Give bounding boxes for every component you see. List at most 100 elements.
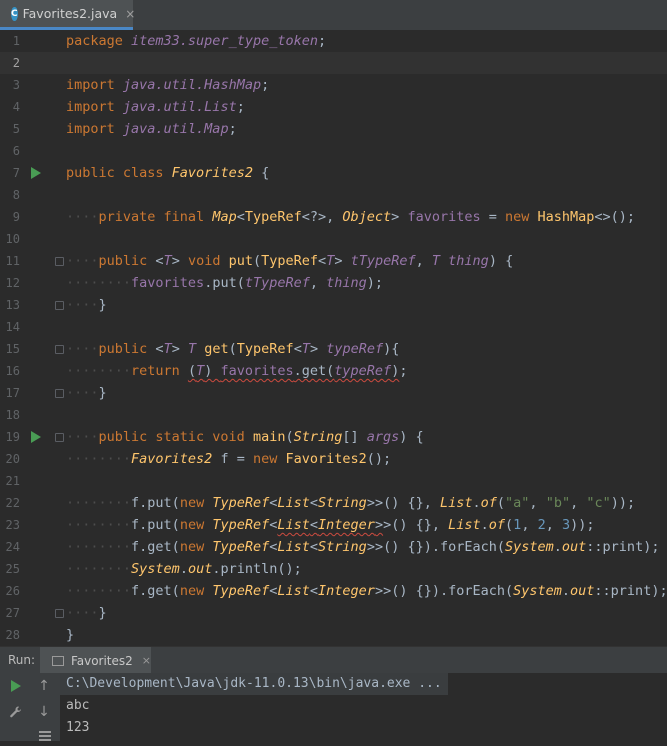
line-number: 11 [5,254,20,268]
java-class-icon: C [11,6,18,21]
run-gutter-icon[interactable] [31,431,41,443]
code-line[interactable]: 18 [0,404,667,426]
code-line[interactable]: 11 ····public <T> void put(TypeRef<T> tTy… [0,250,667,272]
code-line[interactable]: 17 ····} [0,382,667,404]
run-gutter-icon[interactable] [31,167,41,179]
line-number: 20 [5,452,20,466]
line-number: 26 [5,584,20,598]
code-text: ····public <T> void put(TypeRef<T> tType… [66,253,514,269]
code-line[interactable]: 20 ········Favorites2 f = new Favorites2(… [0,448,667,470]
code-editor[interactable]: 1 package item33.super_type_token; 2 3 impor… [0,30,667,646]
tab-label: Favorites2.java [22,6,118,21]
code-text: import java.util.HashMap; [66,77,270,93]
fold-icon[interactable] [55,609,64,618]
code-line[interactable]: 1 package item33.super_type_token; [0,30,667,52]
console-output[interactable]: C:\Development\Java\jdk-11.0.13\bin\java… [60,673,667,739]
line-number: 7 [12,166,20,180]
code-line[interactable]: 13 ····} [0,294,667,316]
scroll-up-icon[interactable]: ↑ [34,676,54,696]
menu-lines-icon[interactable] [35,726,55,746]
fold-icon[interactable] [55,433,64,442]
fold-icon[interactable] [55,257,64,266]
close-icon[interactable]: × [142,654,151,667]
code-line[interactable]: 23 ········f.put(new TypeRef<List<Integer… [0,514,667,536]
line-number: 8 [12,188,20,202]
rerun-icon[interactable] [6,676,26,696]
line-number: 18 [5,408,20,422]
fold-icon[interactable] [55,345,64,354]
line-number: 28 [5,628,20,642]
code-text: ····public static void main(String[] arg… [66,429,424,445]
run-tool-window: ↑ ↓ C:\Development\Java\jdk-11.0.13\bin\… [0,673,667,741]
line-number: 10 [5,232,20,246]
code-text: ········Favorites2 f = new Favorites2(); [66,451,392,467]
line-number: 2 [12,56,20,70]
line-number: 4 [12,100,20,114]
code-line[interactable]: 8 [0,184,667,206]
settings-wrench-icon[interactable] [6,702,26,722]
run-tool-window-header: Run: Favorites2 × [0,646,667,674]
code-line[interactable]: 10 [0,228,667,250]
code-text: ········f.get(new TypeRef<List<String>>(… [66,539,660,555]
code-text: ····} [66,605,107,621]
code-line[interactable]: 22 ········f.put(new TypeRef<List<String>… [0,492,667,514]
console-icon [52,655,64,666]
code-line[interactable]: 12 ········favorites.put(tTypeRef, thing)… [0,272,667,294]
code-line[interactable]: 7 public class Favorites2 { [0,162,667,184]
scroll-down-icon[interactable]: ↓ [34,702,54,722]
code-text: } [66,627,75,643]
code-line[interactable]: 28} [0,624,667,646]
code-line[interactable]: 4 import java.util.List; [0,96,667,118]
run-label: Run: [8,653,36,667]
line-number: 3 [12,78,20,92]
console-output-line: 123 [66,720,90,735]
code-text: import java.util.List; [66,99,245,115]
code-text: ········return (T) favorites.get(typeRef… [66,363,408,379]
line-number: 19 [5,430,20,444]
console-command-line: C:\Development\Java\jdk-11.0.13\bin\java… [60,673,667,695]
line-number: 14 [5,320,20,334]
tab-favorites2-java[interactable]: C Favorites2.java × [0,0,135,30]
run-toolbar: ↑ ↓ [0,673,60,741]
editor-tab-bar: C Favorites2.java × [0,0,667,31]
code-text: ····} [66,385,107,401]
console-output-line: abc [66,698,90,713]
fold-icon[interactable] [55,301,64,310]
code-line[interactable]: 9 ····private final Map<TypeRef<?>, Objec… [0,206,667,228]
code-line[interactable]: 24 ········f.get(new TypeRef<List<String>… [0,536,667,558]
code-line[interactable]: 2 [0,52,667,74]
code-line[interactable]: 19 ····public static void main(String[] a… [0,426,667,448]
code-text: ········favorites.put(tTypeRef, thing); [66,275,384,291]
code-text: import java.util.Map; [66,121,237,137]
line-number: 23 [5,518,20,532]
run-tab-favorites2[interactable]: Favorites2 × [40,647,151,674]
code-text: ········System.out.println(); [66,561,302,577]
code-text: ········f.put(new TypeRef<List<String>>(… [66,495,636,511]
code-line[interactable]: 5 import java.util.Map; [0,118,667,140]
line-number: 22 [5,496,20,510]
code-line[interactable]: 15 ····public <T> T get(TypeRef<T> typeRe… [0,338,667,360]
code-text: ········f.get(new TypeRef<List<Integer>>… [66,583,667,599]
code-line[interactable]: 25 ········System.out.println(); [0,558,667,580]
code-line[interactable]: 14 [0,316,667,338]
code-text: public class Favorites2 { [66,165,270,181]
code-line[interactable]: 6 [0,140,667,162]
code-line[interactable]: 16 ········return (T) favorites.get(typeR… [0,360,667,382]
line-number: 17 [5,386,20,400]
line-number: 1 [12,34,20,48]
line-number: 6 [12,144,20,158]
code-line[interactable]: 26 ········f.get(new TypeRef<List<Integer… [0,580,667,602]
code-text: ····} [66,297,107,313]
fold-icon[interactable] [55,389,64,398]
code-text: ····private final Map<TypeRef<?>, Object… [66,209,636,225]
code-text: ····public <T> T get(TypeRef<T> typeRef)… [66,341,400,357]
code-line[interactable]: 21 [0,470,667,492]
line-number: 12 [5,276,20,290]
line-number: 16 [5,364,20,378]
code-line[interactable]: 3 import java.util.HashMap; [0,74,667,96]
code-line[interactable]: 27 ····} [0,602,667,624]
line-number: 15 [5,342,20,356]
close-icon[interactable]: × [125,7,135,21]
line-number: 24 [5,540,20,554]
run-tab-label: Favorites2 [70,653,133,668]
